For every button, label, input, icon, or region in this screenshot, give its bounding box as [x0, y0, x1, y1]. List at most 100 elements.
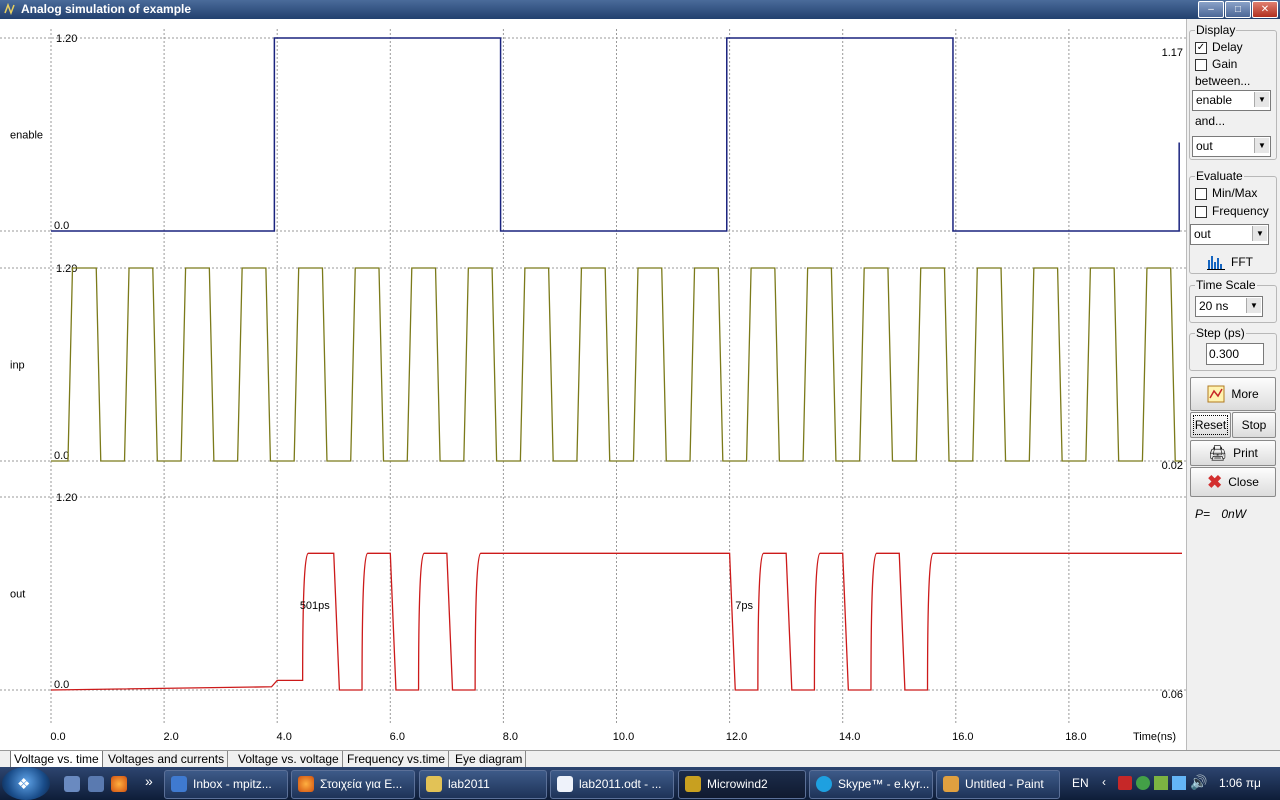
- fft-label: FFT: [1231, 255, 1253, 269]
- chevron-down-icon[interactable]: ▼: [1254, 92, 1269, 107]
- window-close-button[interactable]: ✕: [1252, 1, 1278, 18]
- fft-button[interactable]: FFT: [1207, 252, 1253, 272]
- maximize-button[interactable]: □: [1225, 1, 1251, 18]
- x-tick-label: 14.0: [839, 731, 860, 743]
- chevron-down-icon[interactable]: ▼: [1252, 226, 1267, 241]
- taskbar-paint[interactable]: Untitled - Paint: [936, 770, 1060, 799]
- reset-button[interactable]: Reset: [1190, 412, 1231, 438]
- microwind-app-icon: [4, 3, 15, 15]
- frequency-checkbox[interactable]: Frequency: [1195, 203, 1269, 219]
- microwind-icon: [685, 776, 701, 792]
- step-value: 0.300: [1209, 347, 1240, 361]
- right-value-label: 1.17: [1162, 47, 1183, 59]
- minmax-checkbox[interactable]: Min/Max: [1195, 185, 1257, 201]
- network-warning-icon[interactable]: [1118, 776, 1132, 790]
- y-bottom-label: 0.0: [54, 220, 69, 232]
- close-button[interactable]: ✖ Close: [1190, 467, 1276, 497]
- delay-label: Delay: [1212, 40, 1243, 54]
- between-select-value: enable: [1196, 93, 1233, 107]
- print-button[interactable]: 🖨 Print: [1190, 440, 1276, 466]
- between-label: between...: [1195, 74, 1251, 88]
- security-icon[interactable]: [1136, 776, 1150, 790]
- firefox-icon: [298, 776, 314, 792]
- evaluate-group-title: Evaluate: [1195, 169, 1244, 183]
- x-tick-label: 10.0: [613, 731, 634, 743]
- taskbar-inbox[interactable]: Inbox - mpitz...: [164, 770, 288, 799]
- time-scale-title: Time Scale: [1195, 278, 1257, 292]
- taskbar-lab2011-folder[interactable]: lab2011: [419, 770, 547, 799]
- frequency-check-box: [1195, 205, 1207, 218]
- step-title: Step (ps): [1195, 326, 1246, 340]
- close-icon: ✖: [1207, 471, 1223, 492]
- chevron-down-icon[interactable]: ▼: [1246, 298, 1261, 313]
- right-value-label: 0.02: [1162, 460, 1183, 472]
- x-tick-label: 4.0: [277, 731, 292, 743]
- enable-waveform: [51, 37, 1180, 232]
- taskbar-skype[interactable]: Skype™ - e.kyr...: [809, 770, 933, 799]
- more-chart-icon: [1207, 385, 1225, 403]
- delay-check-icon: ✓: [1195, 41, 1207, 54]
- more-label: More: [1231, 387, 1259, 401]
- waveform-plot-area: 1.20 0.0 enable 1.17 1.20 0.0 inp 0.02 1.20 0.0 ou…: [0, 19, 1186, 750]
- paint-icon: [943, 776, 959, 792]
- stop-button[interactable]: Stop: [1232, 412, 1276, 438]
- windows-taskbar: ❖ » Inbox - mpitz... Στοιχεία για Ε... l…: [0, 767, 1280, 800]
- signal-name-out: out: [10, 589, 25, 601]
- signal-name-inp: inp: [10, 360, 25, 372]
- tab-voltage-vs-voltage[interactable]: Voltage vs. voltage: [235, 751, 343, 767]
- show-desktop-icon[interactable]: [64, 776, 80, 792]
- firefox-quicklaunch-icon[interactable]: [111, 776, 127, 792]
- between-select[interactable]: enable ▼: [1192, 90, 1271, 111]
- time-scale-select[interactable]: 20 ns ▼: [1195, 296, 1263, 317]
- switch-windows-icon[interactable]: [88, 776, 104, 792]
- tray-expand-icon[interactable]: ‹: [1102, 775, 1106, 789]
- thunderbird-icon: [171, 776, 187, 792]
- and-select[interactable]: out ▼: [1192, 136, 1271, 157]
- delay-annotation: 501ps: [300, 600, 330, 612]
- usb-icon[interactable]: [1154, 776, 1168, 790]
- close-label: Close: [1228, 475, 1259, 489]
- language-indicator[interactable]: EN: [1072, 776, 1089, 790]
- taskbar-firefox[interactable]: Στοιχεία για Ε...: [291, 770, 415, 799]
- windows-logo-icon: ❖: [17, 776, 31, 793]
- x-tick-label: 0.0: [50, 731, 65, 743]
- x-tick-label: 18.0: [1065, 731, 1086, 743]
- chevron-down-icon[interactable]: ▼: [1254, 138, 1269, 153]
- network-icon[interactable]: [1172, 776, 1186, 790]
- x-tick-label: 16.0: [952, 731, 973, 743]
- tab-voltages-and-currents[interactable]: Voltages and currents: [105, 751, 229, 767]
- print-label: Print: [1233, 446, 1258, 460]
- y-bottom-label: 0.0: [54, 450, 69, 462]
- tab-eye-diagram[interactable]: Eye diagram: [452, 751, 527, 767]
- gain-label: Gain: [1212, 57, 1238, 71]
- window-titlebar[interactable]: Analog simulation of example – □ ✕: [0, 0, 1280, 19]
- delay-checkbox[interactable]: ✓ Delay: [1195, 39, 1243, 55]
- evaluate-select[interactable]: out ▼: [1190, 224, 1269, 245]
- taskbar-lab2011-odt[interactable]: lab2011.odt - ...: [550, 770, 674, 799]
- volume-icon[interactable]: 🔊: [1190, 774, 1207, 791]
- y-top-label: 1.20: [56, 33, 77, 45]
- clock[interactable]: 1:06 πμ: [1219, 776, 1261, 790]
- printer-icon: 🖨: [1208, 445, 1228, 462]
- x-tick-label: 8.0: [503, 731, 518, 743]
- delay-annotation: 7ps: [735, 600, 753, 612]
- evaluate-select-value: out: [1194, 227, 1211, 241]
- start-button[interactable]: ❖: [2, 767, 50, 800]
- quicklaunch-chevron[interactable]: »: [145, 773, 153, 789]
- taskbar-microwind2[interactable]: Microwind2: [678, 770, 806, 799]
- minimize-button[interactable]: –: [1198, 1, 1224, 18]
- gain-checkbox[interactable]: Gain: [1195, 56, 1237, 72]
- minmax-check-box: [1195, 187, 1207, 200]
- power-readout: P= 0nW: [1195, 507, 1246, 521]
- and-select-value: out: [1196, 139, 1213, 153]
- gain-check-box: [1195, 58, 1207, 71]
- step-input[interactable]: 0.300: [1206, 343, 1264, 365]
- stop-label: Stop: [1241, 418, 1267, 432]
- tab-voltage-vs-time[interactable]: Voltage vs. time: [10, 751, 103, 768]
- more-button[interactable]: More: [1190, 377, 1276, 411]
- minmax-label: Min/Max: [1212, 186, 1258, 200]
- tab-frequency-vs-time[interactable]: Frequency vs.time: [344, 751, 450, 767]
- folder-icon: [426, 776, 442, 792]
- signal-name-enable: enable: [10, 130, 43, 142]
- fft-icon: [1207, 256, 1225, 270]
